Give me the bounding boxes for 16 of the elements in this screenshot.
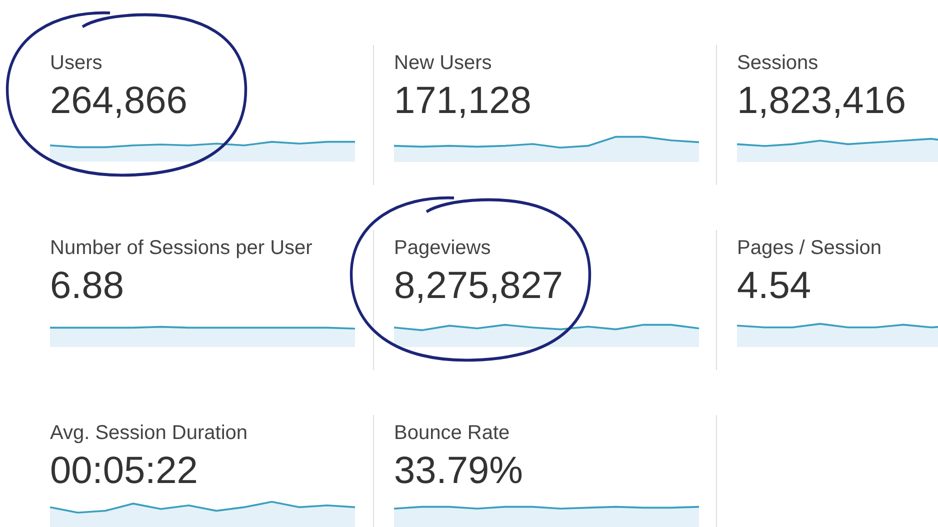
metric-value: 33.79% [394,449,524,494]
metric-value: 171,128 [394,79,532,124]
metric-value: 8,275,827 [394,264,564,309]
metric-value: 00:05:22 [50,449,199,494]
metric-label: New Users [394,51,493,76]
metric-label: Number of Sessions per User [50,236,314,261]
metric-value: 264,866 [50,79,188,124]
metric-value: 1,823,416 [737,79,908,124]
metric-label: Pageviews [394,236,492,261]
metric-label: Bounce Rate [394,421,511,446]
metric-value: 4.54 [737,264,812,309]
metric-value: 6.88 [50,264,125,309]
metric-label: Pages / Session [737,236,883,261]
metric-label: Avg. Session Duration [50,421,249,446]
metric-label: Sessions [737,51,820,76]
metric-label: Users [50,51,104,76]
